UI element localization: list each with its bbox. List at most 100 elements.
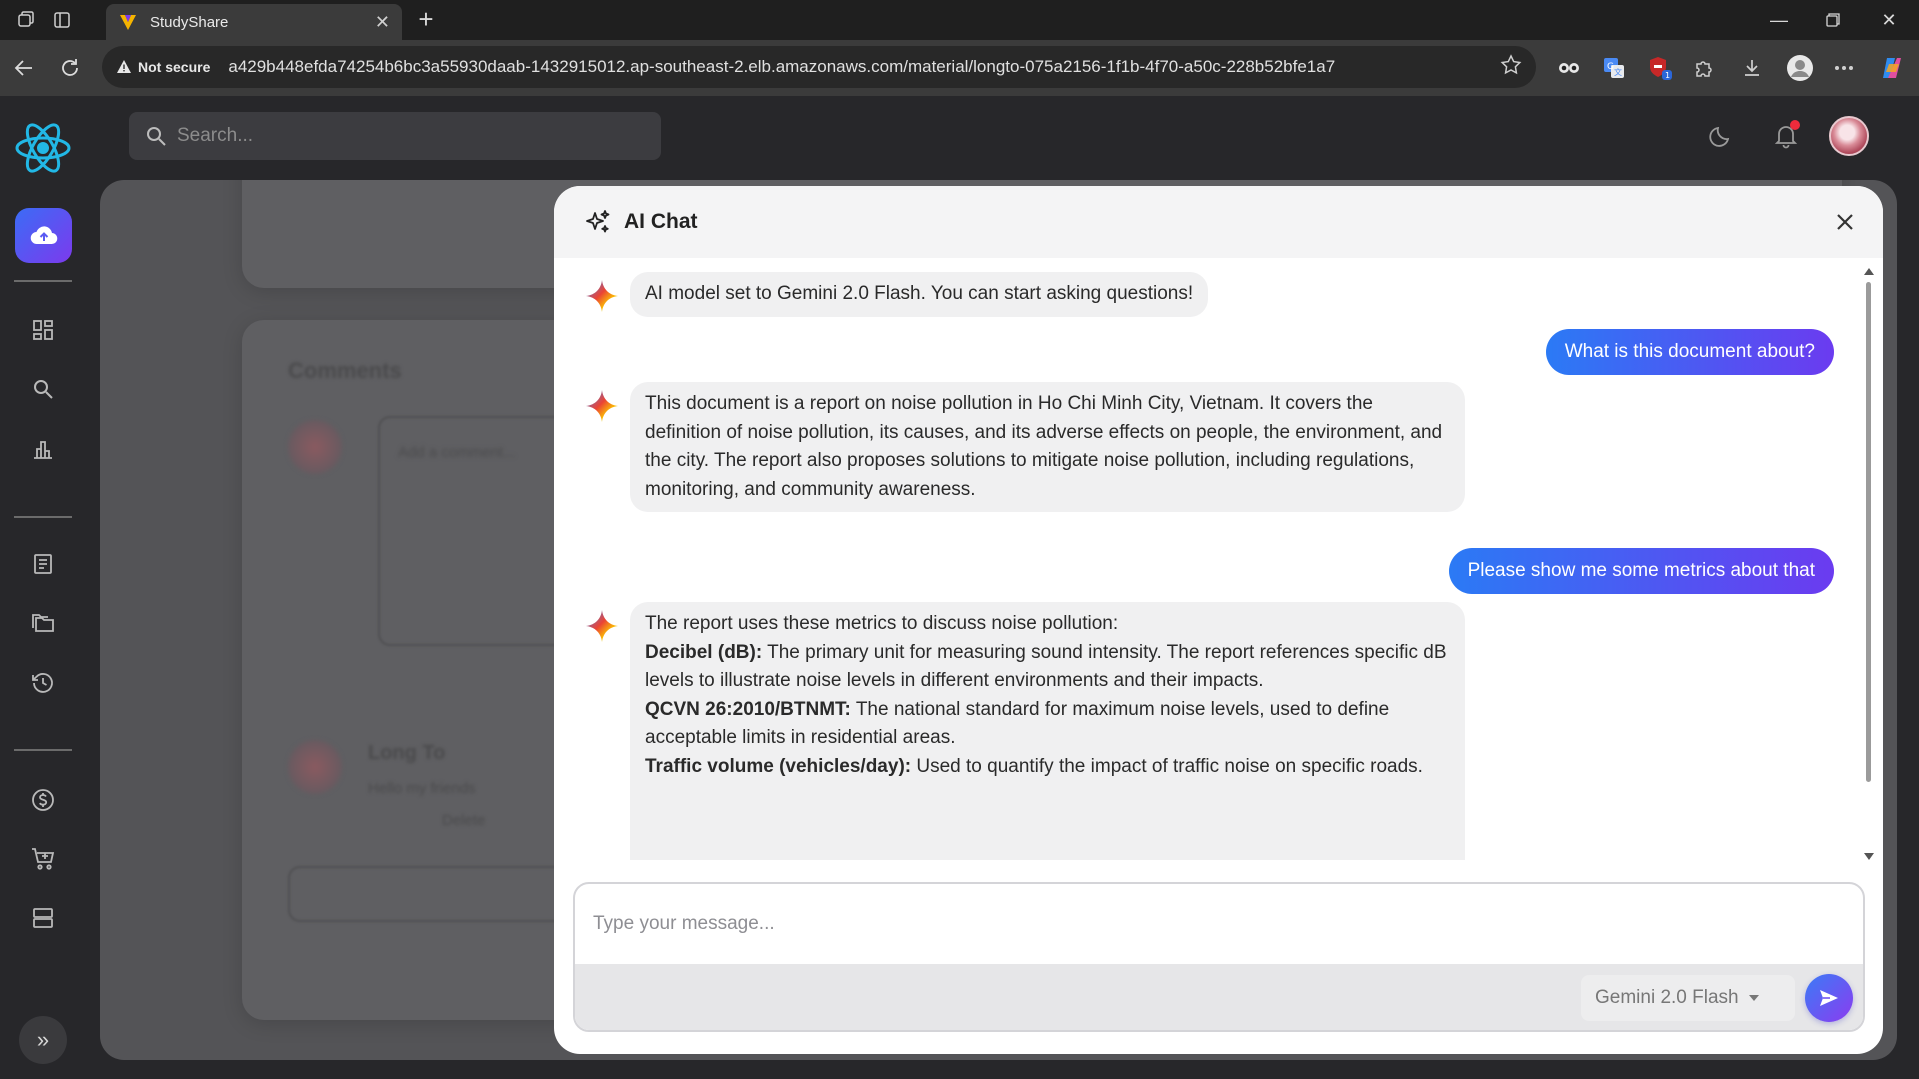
- user-message: What is this document about?: [1545, 329, 1834, 375]
- documents-icon[interactable]: [27, 548, 59, 580]
- upload-button[interactable]: [15, 208, 72, 263]
- copilot-icon[interactable]: [1877, 53, 1907, 83]
- studyshare-favicon: [120, 15, 136, 30]
- metrics-intro: The report uses these metrics to discuss…: [645, 613, 1119, 634]
- svg-text:文: 文: [1614, 67, 1622, 77]
- message-input[interactable]: Type your message...: [575, 884, 1863, 964]
- studyshare-app: » Search... Comments Add a comment... Lo…: [0, 96, 1919, 1079]
- commenter-avatar: [288, 420, 342, 474]
- svg-text:1: 1: [1665, 71, 1670, 80]
- gemini-sparkle-icon: [586, 390, 618, 422]
- chat-composer: Type your message... Gemini 2.0 Flash: [573, 882, 1865, 1032]
- metric-item: Decibel (dB): The primary unit for measu…: [645, 639, 1450, 696]
- tab-close-icon[interactable]: ✕: [375, 12, 390, 33]
- vertical-tabs-icon[interactable]: [50, 8, 74, 32]
- notifications-bell-icon[interactable]: [1770, 120, 1802, 152]
- search-icon: [147, 127, 166, 146]
- dark-mode-moon-icon[interactable]: [1705, 120, 1737, 152]
- minimize-button[interactable]: —: [1756, 6, 1802, 34]
- tab-title: StudyShare: [150, 13, 229, 31]
- metric-term: QCVN 26:2010/BTNMT:: [645, 698, 851, 720]
- security-indicator[interactable]: Not secure: [116, 59, 210, 75]
- composer-footer: Gemini 2.0 Flash: [575, 964, 1863, 1030]
- bot-bubble: AI model set to Gemini 2.0 Flash. You ca…: [630, 272, 1209, 317]
- comment-placeholder: Add a comment...: [398, 444, 516, 461]
- delete-link: Delete: [442, 812, 486, 829]
- security-label: Not secure: [138, 59, 211, 75]
- sidebar-divider: [14, 749, 72, 751]
- chat-messages[interactable]: AI model set to Gemini 2.0 Flash. You ca…: [554, 258, 1864, 860]
- close-chat-button[interactable]: [1831, 208, 1859, 236]
- metric-desc: Used to quantify the impact of traffic n…: [911, 755, 1423, 777]
- gemini-sparkle-icon: [586, 280, 618, 312]
- extensions-puzzle-icon[interactable]: [1689, 53, 1719, 83]
- scroll-up-arrow[interactable]: [1864, 268, 1874, 275]
- reader-extension-icon[interactable]: [1554, 53, 1584, 83]
- maximize-button[interactable]: [1810, 6, 1856, 34]
- statistics-icon[interactable]: [27, 433, 59, 465]
- commenter-name: Long To: [368, 742, 446, 764]
- address-bar[interactable]: Not secure a429b448efda74254b6bc3a55930d…: [102, 46, 1536, 88]
- close-icon: [1837, 214, 1853, 230]
- user-message: Please show me some metrics about that: [1448, 548, 1834, 594]
- model-select[interactable]: Gemini 2.0 Flash: [1581, 975, 1795, 1021]
- react-logo-icon[interactable]: [13, 120, 73, 176]
- comments-title: Comments: [288, 358, 402, 383]
- favorite-star-icon[interactable]: [1500, 53, 1522, 81]
- send-icon: [1820, 990, 1838, 1006]
- blocker-extension-icon[interactable]: 1: [1645, 53, 1675, 83]
- ai-chat-modal: AI Chat AI model set to Gemini 2.0 Flash…: [554, 186, 1883, 1054]
- browser-tab-active[interactable]: StudyShare ✕: [106, 4, 402, 40]
- chat-scrollbar[interactable]: [1863, 268, 1874, 860]
- back-button[interactable]: [10, 54, 38, 82]
- search-nav-icon[interactable]: [27, 373, 59, 405]
- user-avatar[interactable]: [1829, 116, 1869, 156]
- sparkles-icon: [586, 210, 610, 233]
- translate-extension-icon[interactable]: G文: [1599, 53, 1629, 83]
- metric-term: Decibel (dB):: [645, 641, 763, 663]
- more-options-icon[interactable]: [1829, 53, 1859, 83]
- search-placeholder: Search...: [177, 125, 254, 146]
- sidebar-divider: [14, 516, 72, 518]
- chat-title: AI Chat: [624, 210, 698, 233]
- scroll-down-arrow[interactable]: [1864, 853, 1874, 860]
- close-window-button[interactable]: ✕: [1866, 6, 1912, 34]
- model-select-value: Gemini 2.0 Flash: [1595, 987, 1739, 1008]
- metric-desc: The primary unit for measuring sound int…: [645, 641, 1447, 692]
- sidebar-divider: [14, 280, 72, 282]
- cart-icon[interactable]: [27, 843, 59, 875]
- cloud-upload-icon: [30, 225, 57, 244]
- metric-term: Traffic volume (vehicles/day):: [645, 755, 912, 777]
- metric-item: QCVN 26:2010/BTNMT: The national standar…: [645, 696, 1450, 753]
- bot-bubble: The report uses these metrics to discuss…: [630, 602, 1465, 860]
- gemini-sparkle-icon: [586, 610, 618, 642]
- folders-icon[interactable]: [27, 607, 59, 639]
- send-button[interactable]: [1805, 974, 1853, 1022]
- history-icon[interactable]: [27, 667, 59, 699]
- comment-text: Hello my friends: [368, 780, 476, 797]
- global-search-input[interactable]: Search...: [129, 112, 661, 160]
- notification-badge: [1790, 120, 1800, 130]
- workspaces-icon[interactable]: [14, 8, 38, 32]
- metric-item: Traffic volume (vehicles/day): Used to q…: [645, 753, 1450, 782]
- message-placeholder: Type your message...: [593, 913, 775, 934]
- scroll-thumb[interactable]: [1866, 282, 1871, 782]
- url-text[interactable]: a429b448efda74254b6bc3a55930daab-1432915…: [228, 57, 1335, 77]
- browser-titlebar: StudyShare ✕ + — ✕: [0, 0, 1919, 40]
- bot-bubble: This document is a report on noise pollu…: [630, 382, 1465, 513]
- commenter-avatar: [288, 740, 342, 794]
- sidebar: »: [0, 96, 86, 1079]
- dollar-icon[interactable]: [27, 784, 59, 816]
- reload-button[interactable]: [56, 54, 84, 82]
- storage-icon[interactable]: [27, 902, 59, 934]
- profile-icon[interactable]: [1785, 53, 1815, 83]
- chat-header: AI Chat: [554, 186, 1883, 258]
- expand-sidebar-button[interactable]: »: [19, 1016, 67, 1064]
- downloads-icon[interactable]: [1737, 53, 1767, 83]
- chevron-down-icon: [1748, 995, 1759, 1001]
- new-tab-button[interactable]: +: [412, 6, 440, 34]
- svg-text:G: G: [1607, 62, 1614, 72]
- dashboard-icon[interactable]: [27, 314, 59, 346]
- warning-icon: [117, 60, 131, 73]
- browser-toolbar: Not secure a429b448efda74254b6bc3a55930d…: [0, 40, 1919, 96]
